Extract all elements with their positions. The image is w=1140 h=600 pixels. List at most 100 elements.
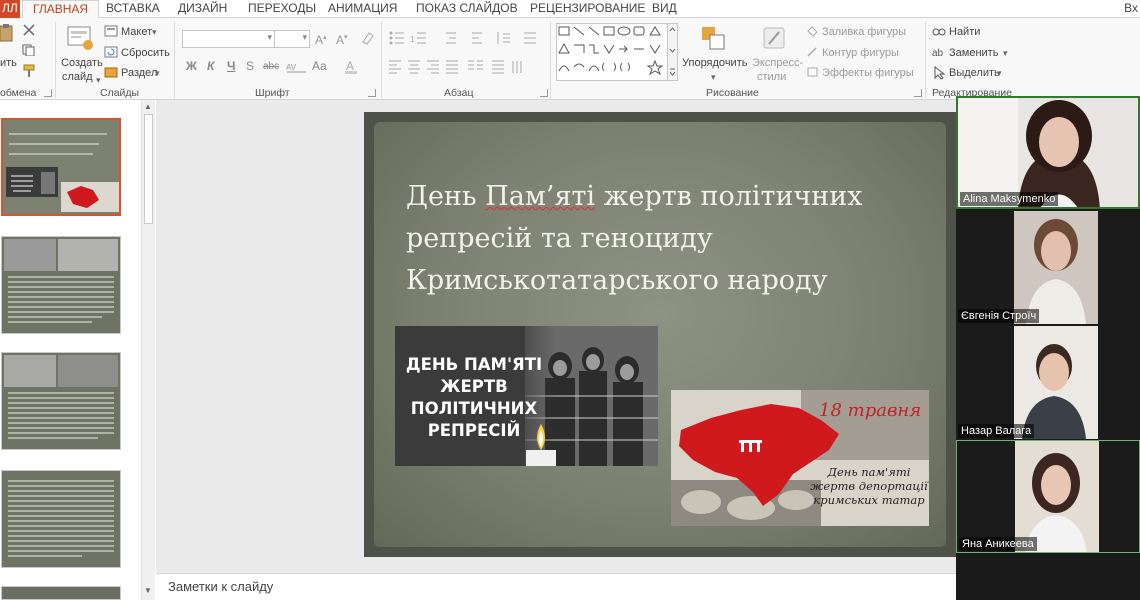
slide-thumbnail-2-preview <box>2 237 120 333</box>
paste-icon[interactable] <box>0 24 14 42</box>
svg-text:A: A <box>346 59 354 73</box>
arrange-icon[interactable] <box>701 26 727 52</box>
paste-button-label[interactable]: ить <box>0 56 17 70</box>
cut-icon[interactable] <box>22 24 36 36</box>
font-dialog-launcher[interactable] <box>368 89 376 97</box>
drawing-dialog-launcher[interactable] <box>914 89 922 97</box>
section-icon[interactable] <box>104 66 118 78</box>
select-dropdown-icon[interactable]: ▾ <box>997 66 1002 80</box>
section-dropdown-icon[interactable]: ▾ <box>155 66 160 80</box>
character-spacing-icon[interactable]: AV <box>286 61 308 73</box>
font-color-icon[interactable]: A <box>344 59 364 75</box>
tab-home[interactable]: ГЛАВНАЯ <box>22 0 100 19</box>
crimean-tatar-deportation-image[interactable]: 18 травня День пам'яті жертв депортації … <box>671 390 929 526</box>
tab-file[interactable]: ЛЛ <box>0 0 20 18</box>
participant-name: Назар Валага <box>958 424 1035 438</box>
deportation-caption: День пам'яті жертв депортації кримських … <box>810 465 928 507</box>
participant-name: Євгенія Строїч <box>958 309 1040 323</box>
scrollbar-thumb[interactable] <box>144 114 153 224</box>
slide-title[interactable]: День Пам’яті жертв політичних репресій т… <box>406 176 926 302</box>
font-family-combo[interactable] <box>182 30 275 48</box>
replace-dropdown-icon[interactable]: ▾ <box>1003 46 1008 60</box>
layout-dropdown-icon[interactable]: ▾ <box>152 25 157 39</box>
replace-icon[interactable]: ab <box>932 46 946 58</box>
copy-icon[interactable] <box>22 44 36 56</box>
drawing-group-label: Рисование <box>706 87 759 99</box>
participant-video <box>956 211 1140 324</box>
tab-design[interactable]: ДИЗАЙН <box>168 0 237 19</box>
current-slide[interactable]: День Пам’яті жертв політичних репресій т… <box>364 112 956 557</box>
slide-thumbnail-3-preview <box>2 353 120 449</box>
arrange-dropdown-icon[interactable]: ▾ <box>711 70 716 84</box>
slide-thumbnail-2[interactable] <box>1 236 121 334</box>
participant-tile[interactable]: Alina Maksymenko <box>956 96 1140 209</box>
reset-icon[interactable] <box>104 46 118 58</box>
ribbon-separator <box>550 22 551 98</box>
new-slide-label[interactable]: Создать <box>61 56 103 70</box>
political-repressions-image[interactable]: ДЕНЬ ПАМ'ЯТІ ЖЕРТВ ПОЛІТИЧНИХ РЕПРЕСІЙ <box>395 326 658 466</box>
video-call-panel: Alina Maksymenko Євгенія Строїч Назар Ва… <box>956 96 1140 600</box>
participant-video <box>956 326 1140 439</box>
new-slide-icon[interactable] <box>66 24 94 52</box>
reset-button[interactable]: Сбросить <box>121 46 170 60</box>
clipboard-dialog-launcher[interactable] <box>44 89 52 97</box>
participant-tile[interactable]: Назар Валага <box>956 326 1140 439</box>
thumbnail-scrollbar[interactable]: ▲ ▼ <box>141 100 155 600</box>
change-case-button[interactable]: Aa <box>312 59 327 73</box>
layout-icon[interactable] <box>104 25 118 37</box>
clear-formatting-icon[interactable] <box>360 31 374 45</box>
arrange-button[interactable]: Упорядочить <box>682 56 747 70</box>
slide-thumbnail-4-preview <box>2 471 120 567</box>
tab-animation[interactable]: АНИМАЦИЯ <box>318 0 407 19</box>
slide-thumbnail-4[interactable] <box>1 470 121 568</box>
paragraph-dialog-launcher[interactable] <box>540 89 548 97</box>
slide-thumbnail-3[interactable] <box>1 352 121 450</box>
font-size-combo[interactable] <box>274 30 310 48</box>
shape-fill-icon[interactable] <box>806 25 819 37</box>
select-button[interactable]: Выделить <box>949 66 1000 80</box>
tab-review[interactable]: РЕЦЕНЗИРОВАНИЕ <box>520 0 655 19</box>
shape-effects-icon[interactable] <box>806 66 819 78</box>
layout-button[interactable]: Макет <box>121 25 152 39</box>
tab-slideshow[interactable]: ПОКАЗ СЛАЙДОВ <box>406 0 528 19</box>
tab-view[interactable]: ВИД <box>642 0 687 19</box>
shadow-button[interactable]: S <box>246 59 254 73</box>
participant-tile[interactable]: Яна Аникеева <box>956 440 1140 553</box>
underline-button[interactable]: Ч <box>227 59 235 73</box>
slide-thumbnail-1-preview <box>3 120 119 214</box>
select-icon[interactable] <box>932 66 946 80</box>
new-slide-label-2[interactable]: слайд <box>62 70 93 84</box>
grow-font-icon[interactable]: A▴ <box>315 31 327 47</box>
slide-thumbnail-5[interactable] <box>1 586 121 600</box>
shape-outline-icon[interactable] <box>806 46 819 58</box>
replace-button[interactable]: Заменить <box>949 46 998 60</box>
tab-insert[interactable]: ВСТАВКА <box>96 0 170 19</box>
notes-pane[interactable]: Заметки к слайду <box>156 573 956 600</box>
shape-effects-button[interactable]: Эффекты фигуры <box>822 66 914 80</box>
sign-in-link[interactable]: Вх <box>1124 0 1138 17</box>
quick-styles-icon[interactable] <box>762 26 788 52</box>
section-button[interactable]: Раздел <box>121 66 157 80</box>
quick-styles-label[interactable]: Экспресс- <box>752 56 803 70</box>
participant-name: Яна Аникеева <box>959 537 1037 551</box>
participant-tile[interactable]: Євгенія Строїч <box>956 211 1140 324</box>
italic-button[interactable]: К <box>207 59 214 73</box>
scroll-up-arrow-icon[interactable]: ▲ <box>144 102 152 111</box>
ribbon-tab-bar: ЛЛ ГЛАВНАЯ ВСТАВКА ДИЗАЙН ПЕРЕХОДЫ АНИМА… <box>0 0 1140 19</box>
bold-button[interactable]: Ж <box>186 59 197 73</box>
shape-outline-button[interactable]: Контур фигуры <box>822 46 899 60</box>
slide-title-misspelled-word: Пам’яті <box>485 181 596 212</box>
ribbon: ить обмена Создать слайд ▾ Макет ▾ Сброс… <box>0 18 1140 100</box>
shapes-gallery[interactable] <box>556 23 678 81</box>
format-painter-icon[interactable] <box>22 64 36 78</box>
strikethrough-button[interactable]: abc <box>263 61 279 72</box>
scroll-down-arrow-icon[interactable]: ▼ <box>144 586 152 595</box>
tab-transitions[interactable]: ПЕРЕХОДЫ <box>238 0 326 19</box>
quick-styles-label-2[interactable]: стили <box>757 70 786 84</box>
find-icon[interactable] <box>932 25 946 37</box>
slide-thumbnail-1[interactable] <box>1 118 121 216</box>
find-button[interactable]: Найти <box>949 25 980 39</box>
new-slide-dropdown-icon[interactable]: ▾ <box>96 73 101 87</box>
shape-fill-button[interactable]: Заливка фигуры <box>822 25 906 39</box>
shrink-font-icon[interactable]: A▾ <box>336 31 348 47</box>
